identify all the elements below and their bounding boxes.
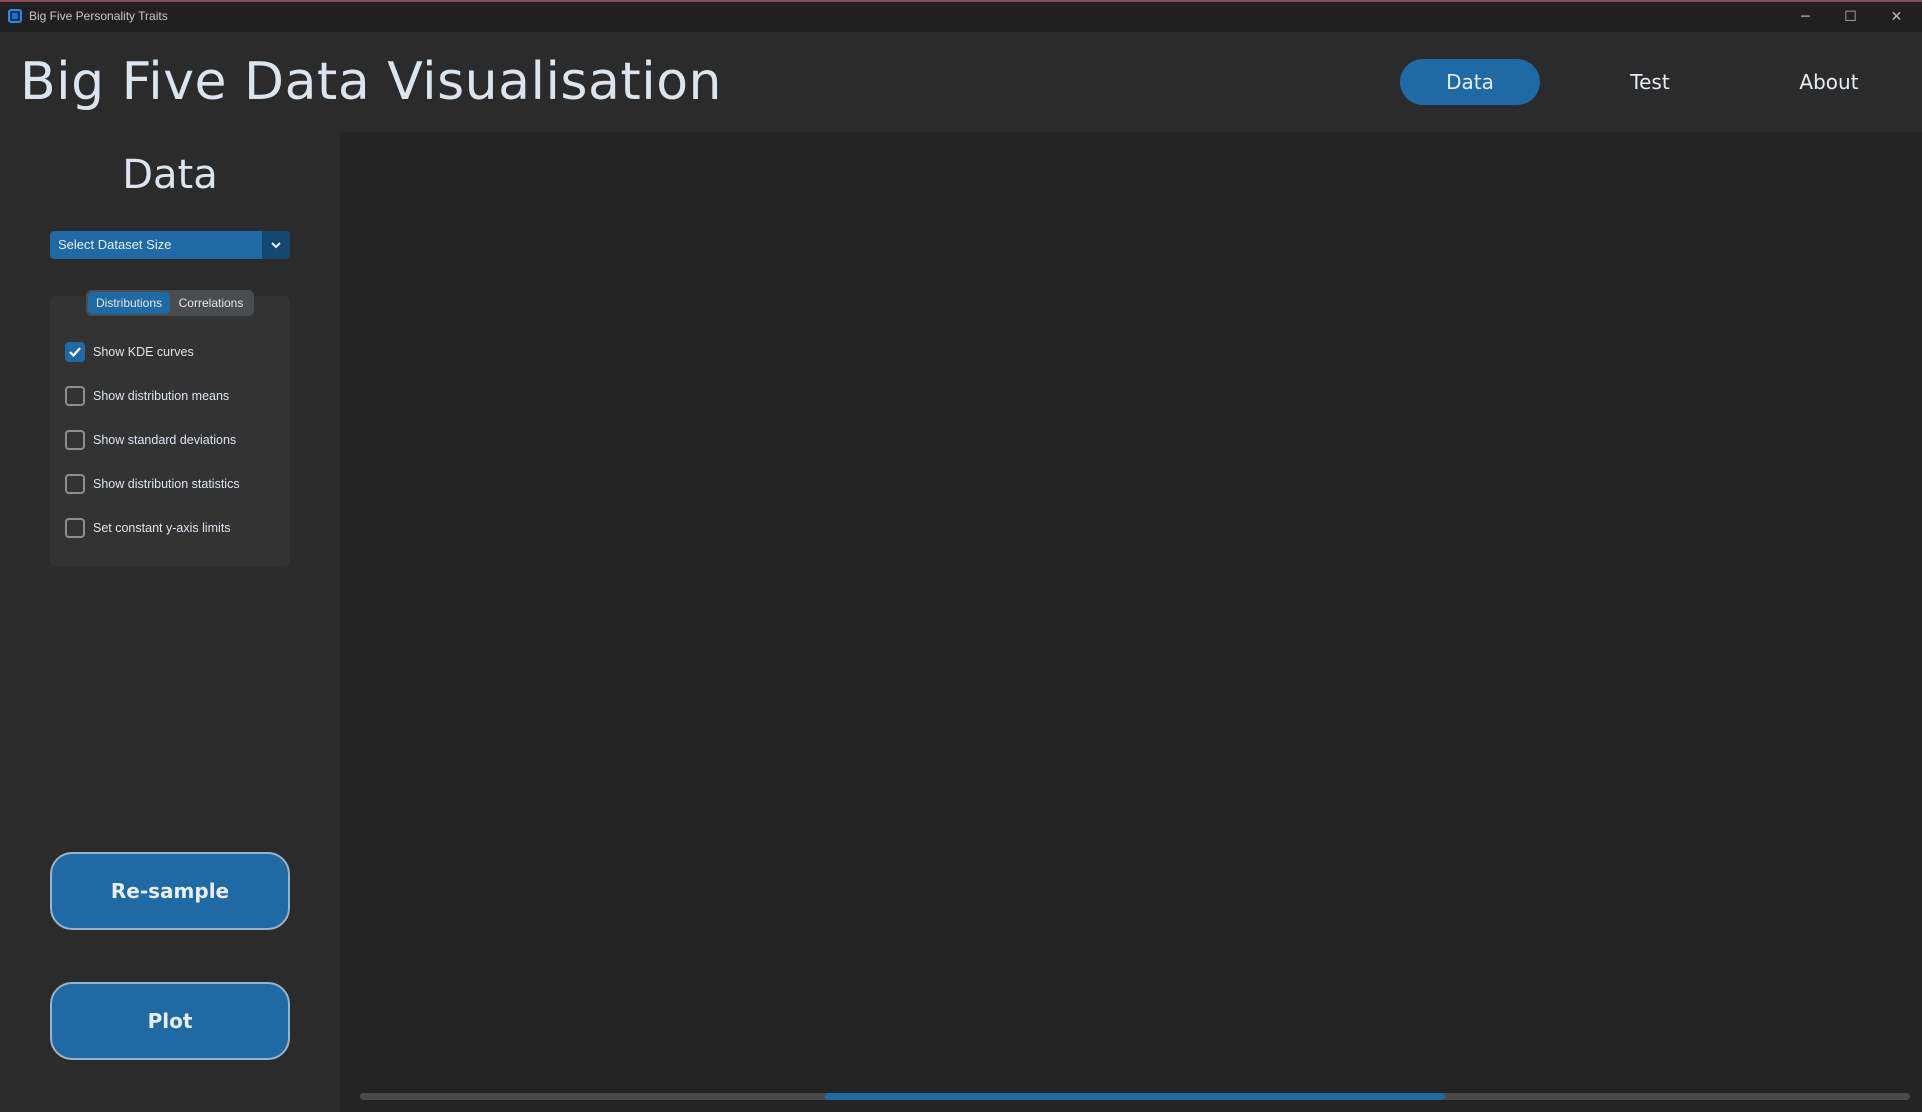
- checkbox-distribution-means[interactable]: [65, 386, 85, 406]
- app-window: Big Five Personality Traits ─ ☐ ✕ Big Fi…: [0, 0, 1922, 1112]
- sidebar-title: Data: [122, 152, 218, 198]
- checkbox-standard-deviations[interactable]: [65, 430, 85, 450]
- checkbox-distribution-statistics[interactable]: [65, 474, 85, 494]
- horizontal-scrollbar[interactable]: [360, 1093, 1910, 1100]
- option-distribution-means[interactable]: Show distribution means: [65, 384, 229, 408]
- option-label: Set constant y-axis limits: [93, 521, 231, 535]
- scrollbar-thumb[interactable]: [825, 1093, 1445, 1100]
- nav-data-button[interactable]: Data: [1400, 59, 1540, 105]
- plot-area: [340, 132, 1922, 1112]
- checkbox-constant-y-axis[interactable]: [65, 518, 85, 538]
- resample-button[interactable]: Re-sample: [50, 852, 290, 930]
- sidebar: Data Select Dataset Size Distributions C…: [0, 132, 340, 1112]
- option-distribution-statistics[interactable]: Show distribution statistics: [65, 472, 240, 496]
- app-title: Big Five Data Visualisation: [20, 52, 722, 112]
- option-standard-deviations[interactable]: Show standard deviations: [65, 428, 236, 452]
- tab-distributions[interactable]: Distributions: [88, 292, 170, 314]
- title-bar: Big Five Personality Traits ─ ☐ ✕: [0, 0, 1922, 32]
- close-button[interactable]: ✕: [1874, 2, 1919, 32]
- option-label: Show KDE curves: [93, 345, 194, 359]
- window-title: Big Five Personality Traits: [29, 9, 168, 23]
- nav-about-button[interactable]: About: [1759, 59, 1899, 105]
- option-label: Show distribution statistics: [93, 477, 240, 491]
- option-label: Show distribution means: [93, 389, 230, 403]
- checkbox-kde-curves[interactable]: [65, 342, 85, 362]
- option-label: Show standard deviations: [93, 433, 237, 447]
- app-icon: [8, 9, 22, 23]
- view-tabs: Distributions Correlations: [86, 290, 254, 316]
- app-header: Big Five Data Visualisation Data Test Ab…: [0, 32, 1922, 132]
- tab-correlations[interactable]: Correlations: [170, 292, 252, 314]
- chevron-down-icon[interactable]: [262, 231, 290, 259]
- dataset-size-select[interactable]: Select Dataset Size: [50, 231, 290, 259]
- plot-button[interactable]: Plot: [50, 982, 290, 1060]
- option-kde-curves[interactable]: Show KDE curves: [65, 340, 194, 364]
- maximize-button[interactable]: ☐: [1828, 2, 1873, 32]
- option-constant-y-axis[interactable]: Set constant y-axis limits: [65, 516, 231, 540]
- check-icon: [69, 347, 81, 358]
- nav-test-button[interactable]: Test: [1580, 59, 1720, 105]
- dataset-size-select-value: Select Dataset Size: [58, 237, 172, 252]
- minimize-button[interactable]: ─: [1783, 2, 1828, 32]
